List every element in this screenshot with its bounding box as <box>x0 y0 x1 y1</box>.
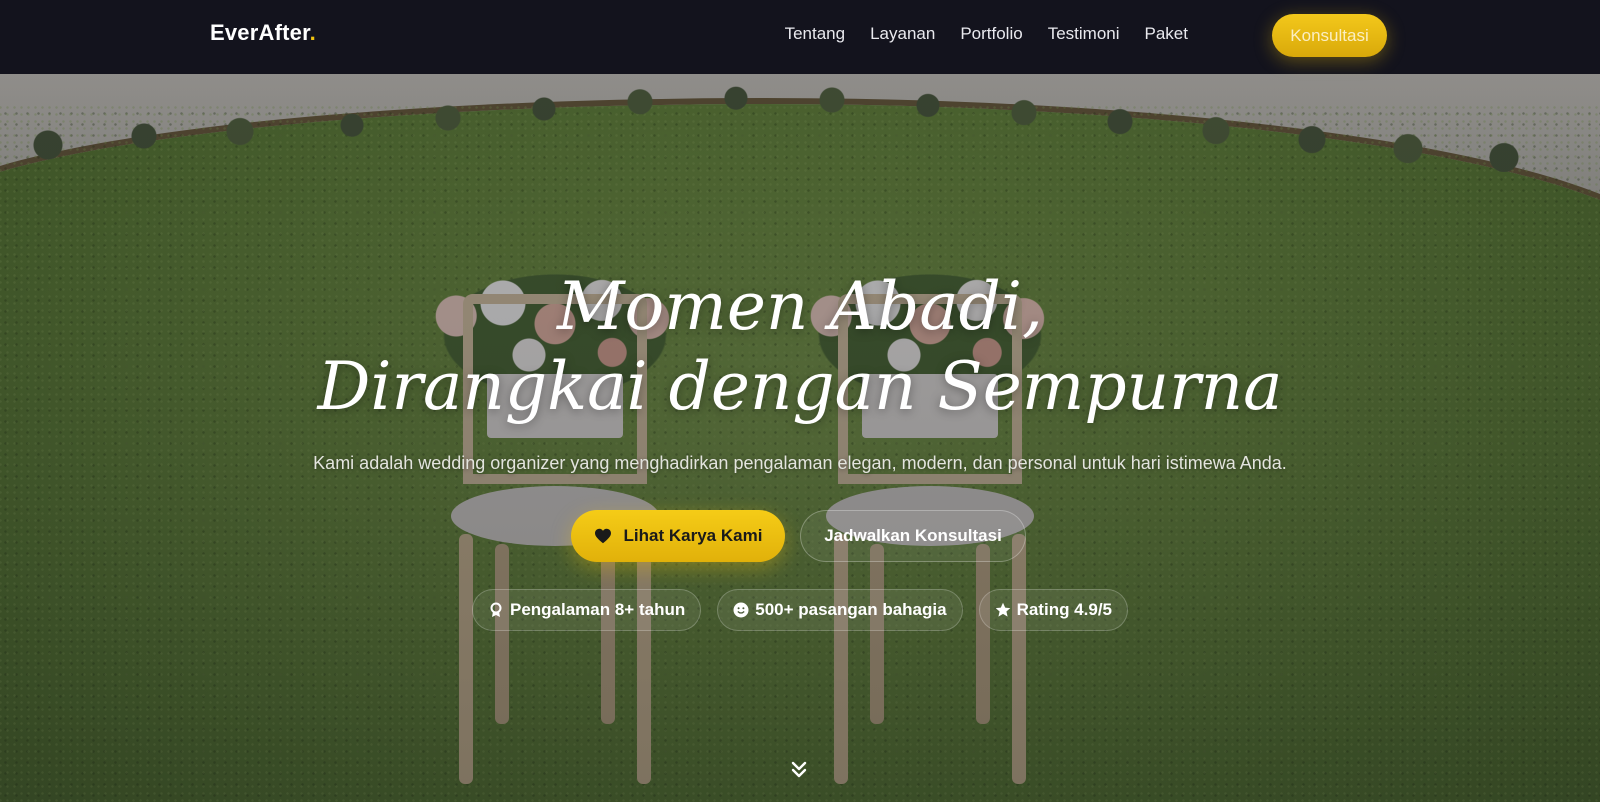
brand-dot: . <box>309 20 316 45</box>
badge-rating-label: Rating 4.9/5 <box>1016 600 1112 619</box>
heart-icon <box>594 528 611 544</box>
lihat-karya-button[interactable]: Lihat Karya Kami <box>571 510 785 562</box>
nav-link-tentang[interactable]: Tentang <box>785 24 846 43</box>
badge-couples: 500+ pasangan bahagia <box>717 589 963 631</box>
nav-link-testimoni[interactable]: Testimoni <box>1048 24 1120 43</box>
nav-item: Portfolio <box>960 24 1022 44</box>
nav-links: Tentang Layanan Portfolio Testimoni Pake… <box>785 24 1188 44</box>
award-icon <box>490 602 502 617</box>
hero-background-image <box>0 74 1600 802</box>
star-icon <box>995 602 1010 617</box>
nav-link-paket[interactable]: Paket <box>1145 24 1188 43</box>
badge-experience-label: Pengalaman 8+ tahun <box>509 600 686 619</box>
hero-overlay <box>0 74 1600 802</box>
nav-item: Testimoni <box>1048 24 1120 44</box>
konsultasi-button[interactable]: Konsultasi <box>1272 14 1387 57</box>
navbar: EverAfter. Tentang Layanan Portfolio Tes… <box>0 0 1600 74</box>
hero-title: Momen Abadi, Dirangkai dengan Sempurna <box>0 267 1600 427</box>
jadwalkan-konsultasi-button[interactable]: Jadwalkan Konsultasi <box>800 510 1026 562</box>
chevrons-down-icon[interactable] <box>790 760 808 780</box>
smile-icon <box>733 602 749 618</box>
brand-logo[interactable]: EverAfter. <box>210 20 316 46</box>
hero-section: Momen Abadi, Dirangkai dengan Sempurna K… <box>0 74 1600 802</box>
brand-name: EverAfter <box>210 20 310 45</box>
badge-experience: Pengalaman 8+ tahun <box>471 589 702 631</box>
nav-item: Tentang <box>785 24 846 44</box>
hero-title-line-1: Momen Abadi, <box>556 268 1044 345</box>
badge-rating: Rating 4.9/5 <box>978 589 1128 631</box>
hero-subtitle: Kami adalah wedding organizer yang mengh… <box>313 453 1287 473</box>
page: EverAfter. Tentang Layanan Portfolio Tes… <box>0 0 1600 802</box>
nav-item: Paket <box>1145 24 1188 44</box>
hero-title-line-2: Dirangkai dengan Sempurna <box>317 348 1283 425</box>
nav-link-layanan[interactable]: Layanan <box>870 24 935 43</box>
lihat-karya-label: Lihat Karya Kami <box>623 526 763 545</box>
nav-link-portfolio[interactable]: Portfolio <box>960 24 1022 43</box>
stats-badges: Pengalaman 8+ tahun 500+ pasangan bahagi… <box>0 589 1600 631</box>
badge-couples-label: 500+ pasangan bahagia <box>755 600 947 619</box>
nav-item: Layanan <box>870 24 935 44</box>
